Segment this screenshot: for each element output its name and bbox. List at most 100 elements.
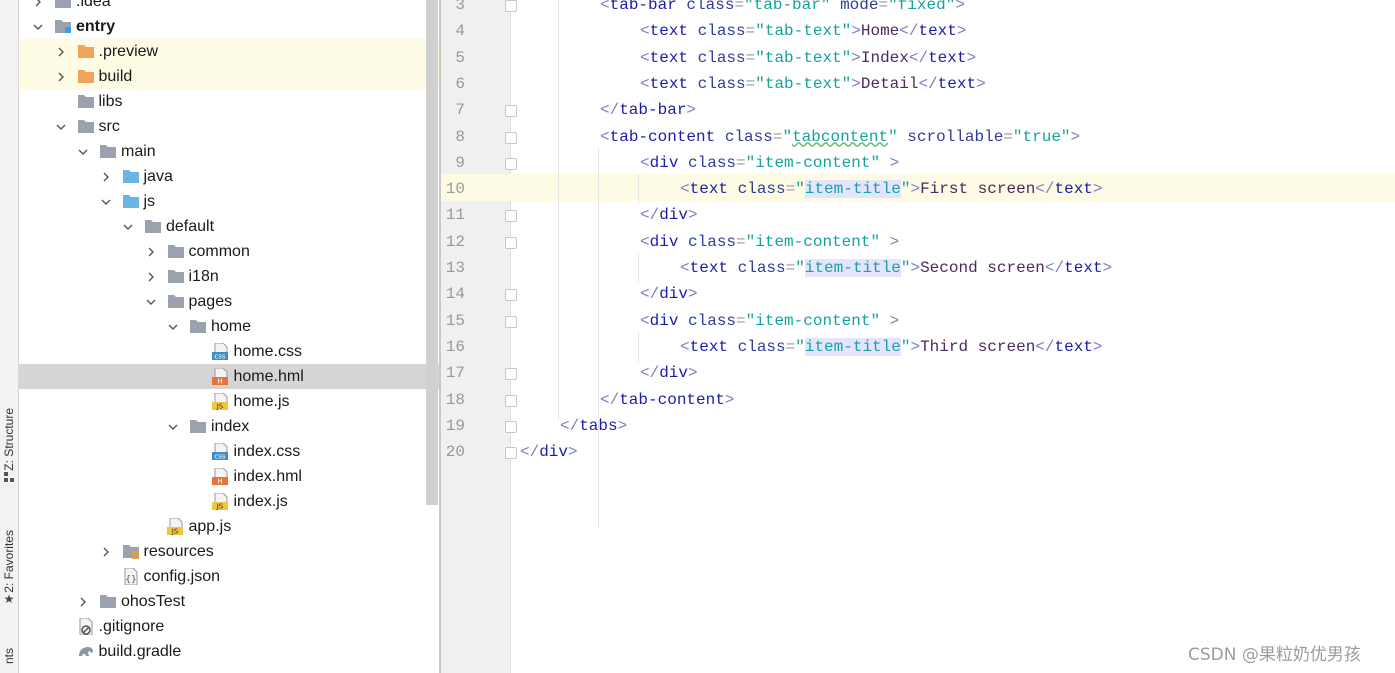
tree-item-label: js [143,193,156,210]
css-file-icon: css [211,342,230,361]
tree-item[interactable]: libs [19,89,439,114]
chevron-down-icon[interactable] [75,139,91,164]
structure-tool-tab[interactable]: Z: Structure [0,408,18,483]
fold-marker-icon[interactable] [505,236,517,249]
code-line[interactable]: </div> [640,202,698,228]
fold-marker-icon[interactable] [505,315,517,328]
code-line[interactable]: <tab-bar class="tab-bar" mode="fixed"> [600,0,965,18]
tree-item[interactable]: main [19,139,439,164]
tree-item[interactable]: .idea [19,0,439,14]
tree-item[interactable]: css home.css [19,339,439,364]
fold-marker-icon[interactable] [505,368,517,381]
hml-file-icon: H [211,367,230,386]
tree-item[interactable]: java [19,164,439,189]
indent-guide [598,148,599,528]
code-line[interactable]: <tab-content class="tabcontent" scrollab… [600,124,1080,150]
code-token: text [1064,259,1103,277]
tree-item[interactable]: js [19,189,439,214]
chevron-down-icon[interactable] [98,189,114,214]
tree-item[interactable]: build.gradle [19,639,439,664]
favorites-tool-tab[interactable]: 2: Favorites ★ [0,530,18,606]
tree-item[interactable]: build [19,64,439,89]
tree-item[interactable]: css index.css [19,439,439,464]
code-line[interactable]: </div> [520,439,578,465]
code-line[interactable]: <div class="item-content" > [640,308,899,334]
fold-marker-icon[interactable] [505,289,517,302]
code-line[interactable]: </tabs> [560,413,627,439]
tree-scrollbar[interactable] [426,0,438,505]
chevron-down-icon[interactable] [53,114,69,139]
fold-marker-icon[interactable] [505,394,517,407]
code-line[interactable]: <text class="item-title">Third screen</t… [680,334,1103,360]
fold-marker-icon[interactable] [505,447,517,460]
code-line[interactable]: <text class="tab-text">Detail</text> [640,71,986,97]
line-number: 19 [445,416,465,435]
code-line[interactable]: </div> [640,360,698,386]
code-line[interactable]: </tab-bar> [600,97,696,123]
fold-marker-icon[interactable] [505,131,517,144]
line-number: 9 [455,153,465,172]
code-token: </ [918,74,938,93]
code-line[interactable]: <div class="item-content" > [640,150,899,176]
tree-item[interactable]: default [19,214,439,239]
code-token: text [918,22,957,41]
tree-item[interactable]: index [19,414,439,439]
tree-item[interactable]: resources [19,539,439,564]
chevron-right-icon[interactable] [30,0,46,14]
tree-item[interactable]: JS app.js [19,514,439,539]
excluded-folder-icon [77,68,95,85]
chevron-right-icon[interactable] [98,164,114,189]
fold-marker-icon[interactable] [505,210,517,223]
code-token: item-title [804,259,901,277]
tree-item[interactable]: JS index.js [19,489,439,514]
chevron-right-icon[interactable] [98,539,114,564]
code-line[interactable]: </div> [640,281,698,307]
tree-item[interactable]: Hindex.hml [19,464,439,489]
code-line[interactable]: </tab-content> [600,387,734,413]
code-token: > [1070,127,1081,146]
tree-item[interactable]: src [19,114,439,139]
code-token: = [785,337,796,356]
tree-item[interactable]: JS home.js [19,389,439,414]
tree-item[interactable]: Hhome.hml [19,364,439,389]
tree-item[interactable]: home [19,314,439,339]
fold-marker-icon[interactable] [505,105,517,118]
tree-item[interactable]: i18n [19,264,439,289]
tree-item[interactable]: pages [19,289,439,314]
line-number: 11 [445,206,465,225]
code-token: "item-content" [745,311,881,330]
code-line[interactable]: <text class="item-title">First screen</t… [680,176,1103,202]
fold-marker-icon[interactable] [505,157,517,170]
tree-item[interactable]: {} config.json [19,564,439,589]
chevron-right-icon[interactable] [143,239,159,264]
code-token: class [676,0,735,14]
chevron-right-icon[interactable] [75,589,91,614]
tree-item[interactable]: ohosTest [19,589,439,614]
chevron-right-icon[interactable] [53,64,69,89]
chevron-down-icon[interactable] [120,214,136,239]
code-line[interactable]: <text class="item-title">Second screen</… [680,255,1112,281]
fold-marker-icon[interactable] [505,420,517,433]
fold-marker-icon[interactable] [505,0,517,12]
tree-item[interactable]: .preview [19,39,439,64]
chevron-down-icon[interactable] [143,289,159,314]
code-line[interactable]: <text class="tab-text">Index</text> [640,45,976,71]
code-token: = [745,48,756,67]
tree-item[interactable]: .gitignore [19,614,439,639]
js-file-icon: JS [211,492,230,511]
tree-item[interactable]: entry [19,14,439,39]
chevron-right-icon[interactable] [53,39,69,64]
code-line[interactable]: <div class="item-content" > [640,229,899,255]
svg-text:H: H [217,378,222,386]
code-token: Home [860,22,900,41]
chevron-down-icon[interactable] [165,314,181,339]
tree-item[interactable]: common [19,239,439,264]
line-number: 13 [445,259,465,277]
chevron-right-icon[interactable] [143,264,159,289]
code-line[interactable]: <text class="tab-text">Home</text> [640,18,966,44]
todo-tool-tab[interactable]: nts [0,648,18,664]
chevron-down-icon[interactable] [30,14,46,39]
code-token: div [649,232,679,251]
code-token: > [880,153,900,172]
chevron-down-icon[interactable] [165,414,181,439]
